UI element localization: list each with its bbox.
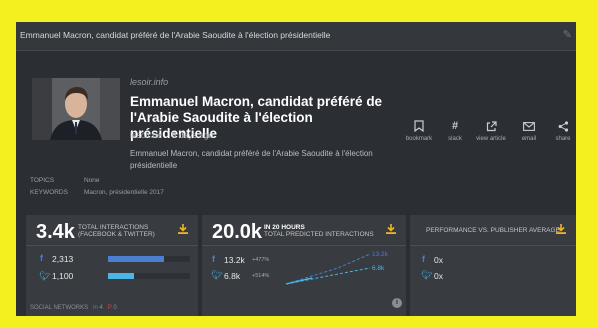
article-age: 5 days ago: [171, 130, 214, 140]
facebook-performance: 0x: [434, 255, 443, 265]
view-article-button[interactable]: view article: [473, 118, 509, 142]
topics-value: None: [84, 177, 100, 184]
facebook-bar-track: [108, 256, 190, 262]
prediction-total: 20.0k: [212, 221, 263, 243]
twitter-bar: [108, 273, 135, 279]
email-label: email: [521, 136, 537, 142]
keywords-label: KEYWORDS: [30, 189, 68, 196]
twitter-bar-track: [108, 273, 190, 279]
keywords-value: Macron, présidentielle 2017: [84, 189, 164, 196]
article-thumbnail[interactable]: [32, 78, 120, 140]
linkedin-icon: in: [93, 305, 98, 311]
twitter-predicted: 6.8k: [224, 271, 241, 281]
share-icon: [558, 120, 568, 132]
email-button[interactable]: email: [511, 118, 547, 142]
article-tags: TOPICS None KEYWORDS Macron, présidentiell…: [30, 177, 164, 201]
performance-card: PERFORMANCE VS. PUBLISHER AVERAGE f 0x 🐦…: [410, 215, 576, 316]
bookmark-button[interactable]: bookmark: [401, 118, 437, 142]
view-article-label: view article: [476, 136, 506, 142]
window-title: Emmanuel Macron, candidat préféré de l'A…: [20, 30, 331, 40]
facebook-icon: f: [212, 254, 215, 264]
source-name[interactable]: lesoir.info: [130, 77, 168, 87]
twitter-icon: 🐦︎: [39, 271, 51, 281]
social-networks-label: SOCIAL NETWORKS: [30, 305, 89, 311]
actual-trend-line: [285, 277, 313, 285]
facebook-trend-label: 13.2k: [372, 251, 389, 258]
download-icon[interactable]: [178, 224, 188, 234]
facebook-predicted: 13.2k: [224, 255, 245, 265]
share-button[interactable]: share: [545, 118, 576, 142]
facebook-trend-line: [285, 253, 371, 285]
pinterest-icon: P: [107, 305, 112, 311]
prediction-card: 20.0k IN 20 HOURS TOTAL PREDICTED INTERAC…: [202, 215, 406, 316]
social-networks-footer: SOCIAL NETWORKS in 4 P 0: [30, 305, 117, 311]
article-panel: Emmanuel Macron, candidat préféré de l'A…: [16, 22, 576, 316]
slack-label: slack: [448, 136, 462, 142]
title-bar: Emmanuel Macron, candidat préféré de l'A…: [16, 22, 576, 51]
twitter-change: +514%: [252, 273, 270, 279]
info-icon[interactable]: i: [392, 298, 402, 308]
twitter-trend-label: 6.8k: [372, 265, 385, 272]
facebook-interactions: 2,313: [52, 254, 74, 264]
pencil-icon[interactable]: ✎: [563, 28, 572, 41]
share-label: share: [555, 136, 571, 142]
bookmark-icon: [414, 120, 424, 132]
interactions-total: 3.4k: [36, 221, 75, 243]
pinterest-count: 0: [113, 305, 117, 311]
prediction-label: IN 20 HOURS TOTAL PREDICTED INTERACTIONS: [264, 224, 374, 238]
twitter-interactions: 1,100: [52, 271, 74, 281]
article-meta: lesoir.be 5 days ago: [130, 130, 213, 140]
facebook-bar: [108, 256, 164, 262]
mail-icon: [523, 121, 535, 131]
action-bar: bookmark # slack view article email shar…: [401, 118, 576, 158]
interactions-card: 3.4k TOTAL INTERACTIONS (FACEBOOK & TWITT…: [26, 215, 198, 316]
slack-icon: #: [451, 120, 459, 132]
twitter-icon: 🐦︎: [211, 270, 223, 280]
download-icon[interactable]: [386, 224, 396, 234]
topics-label: TOPICS: [30, 177, 55, 184]
download-icon[interactable]: [556, 224, 566, 234]
prediction-trend-chart: 13.2k 6.8k: [285, 251, 389, 285]
twitter-performance: 0x: [434, 271, 443, 281]
facebook-icon: f: [40, 253, 43, 263]
article-domain[interactable]: lesoir.be: [130, 130, 162, 140]
external-link-icon: [486, 120, 497, 131]
article-summary: Emmanuel Macron, candidat préféré de l'A…: [130, 149, 373, 170]
performance-label: PERFORMANCE VS. PUBLISHER AVERAGE: [426, 227, 560, 234]
facebook-change: +477%: [252, 257, 270, 263]
linkedin-count: 4: [99, 305, 103, 311]
twitter-icon: 🐦︎: [421, 270, 433, 280]
slack-button[interactable]: # slack: [437, 118, 473, 142]
interactions-label: TOTAL INTERACTIONS (FACEBOOK & TWITTER): [78, 224, 155, 238]
facebook-icon: f: [422, 254, 425, 264]
bookmark-label: bookmark: [405, 136, 433, 142]
